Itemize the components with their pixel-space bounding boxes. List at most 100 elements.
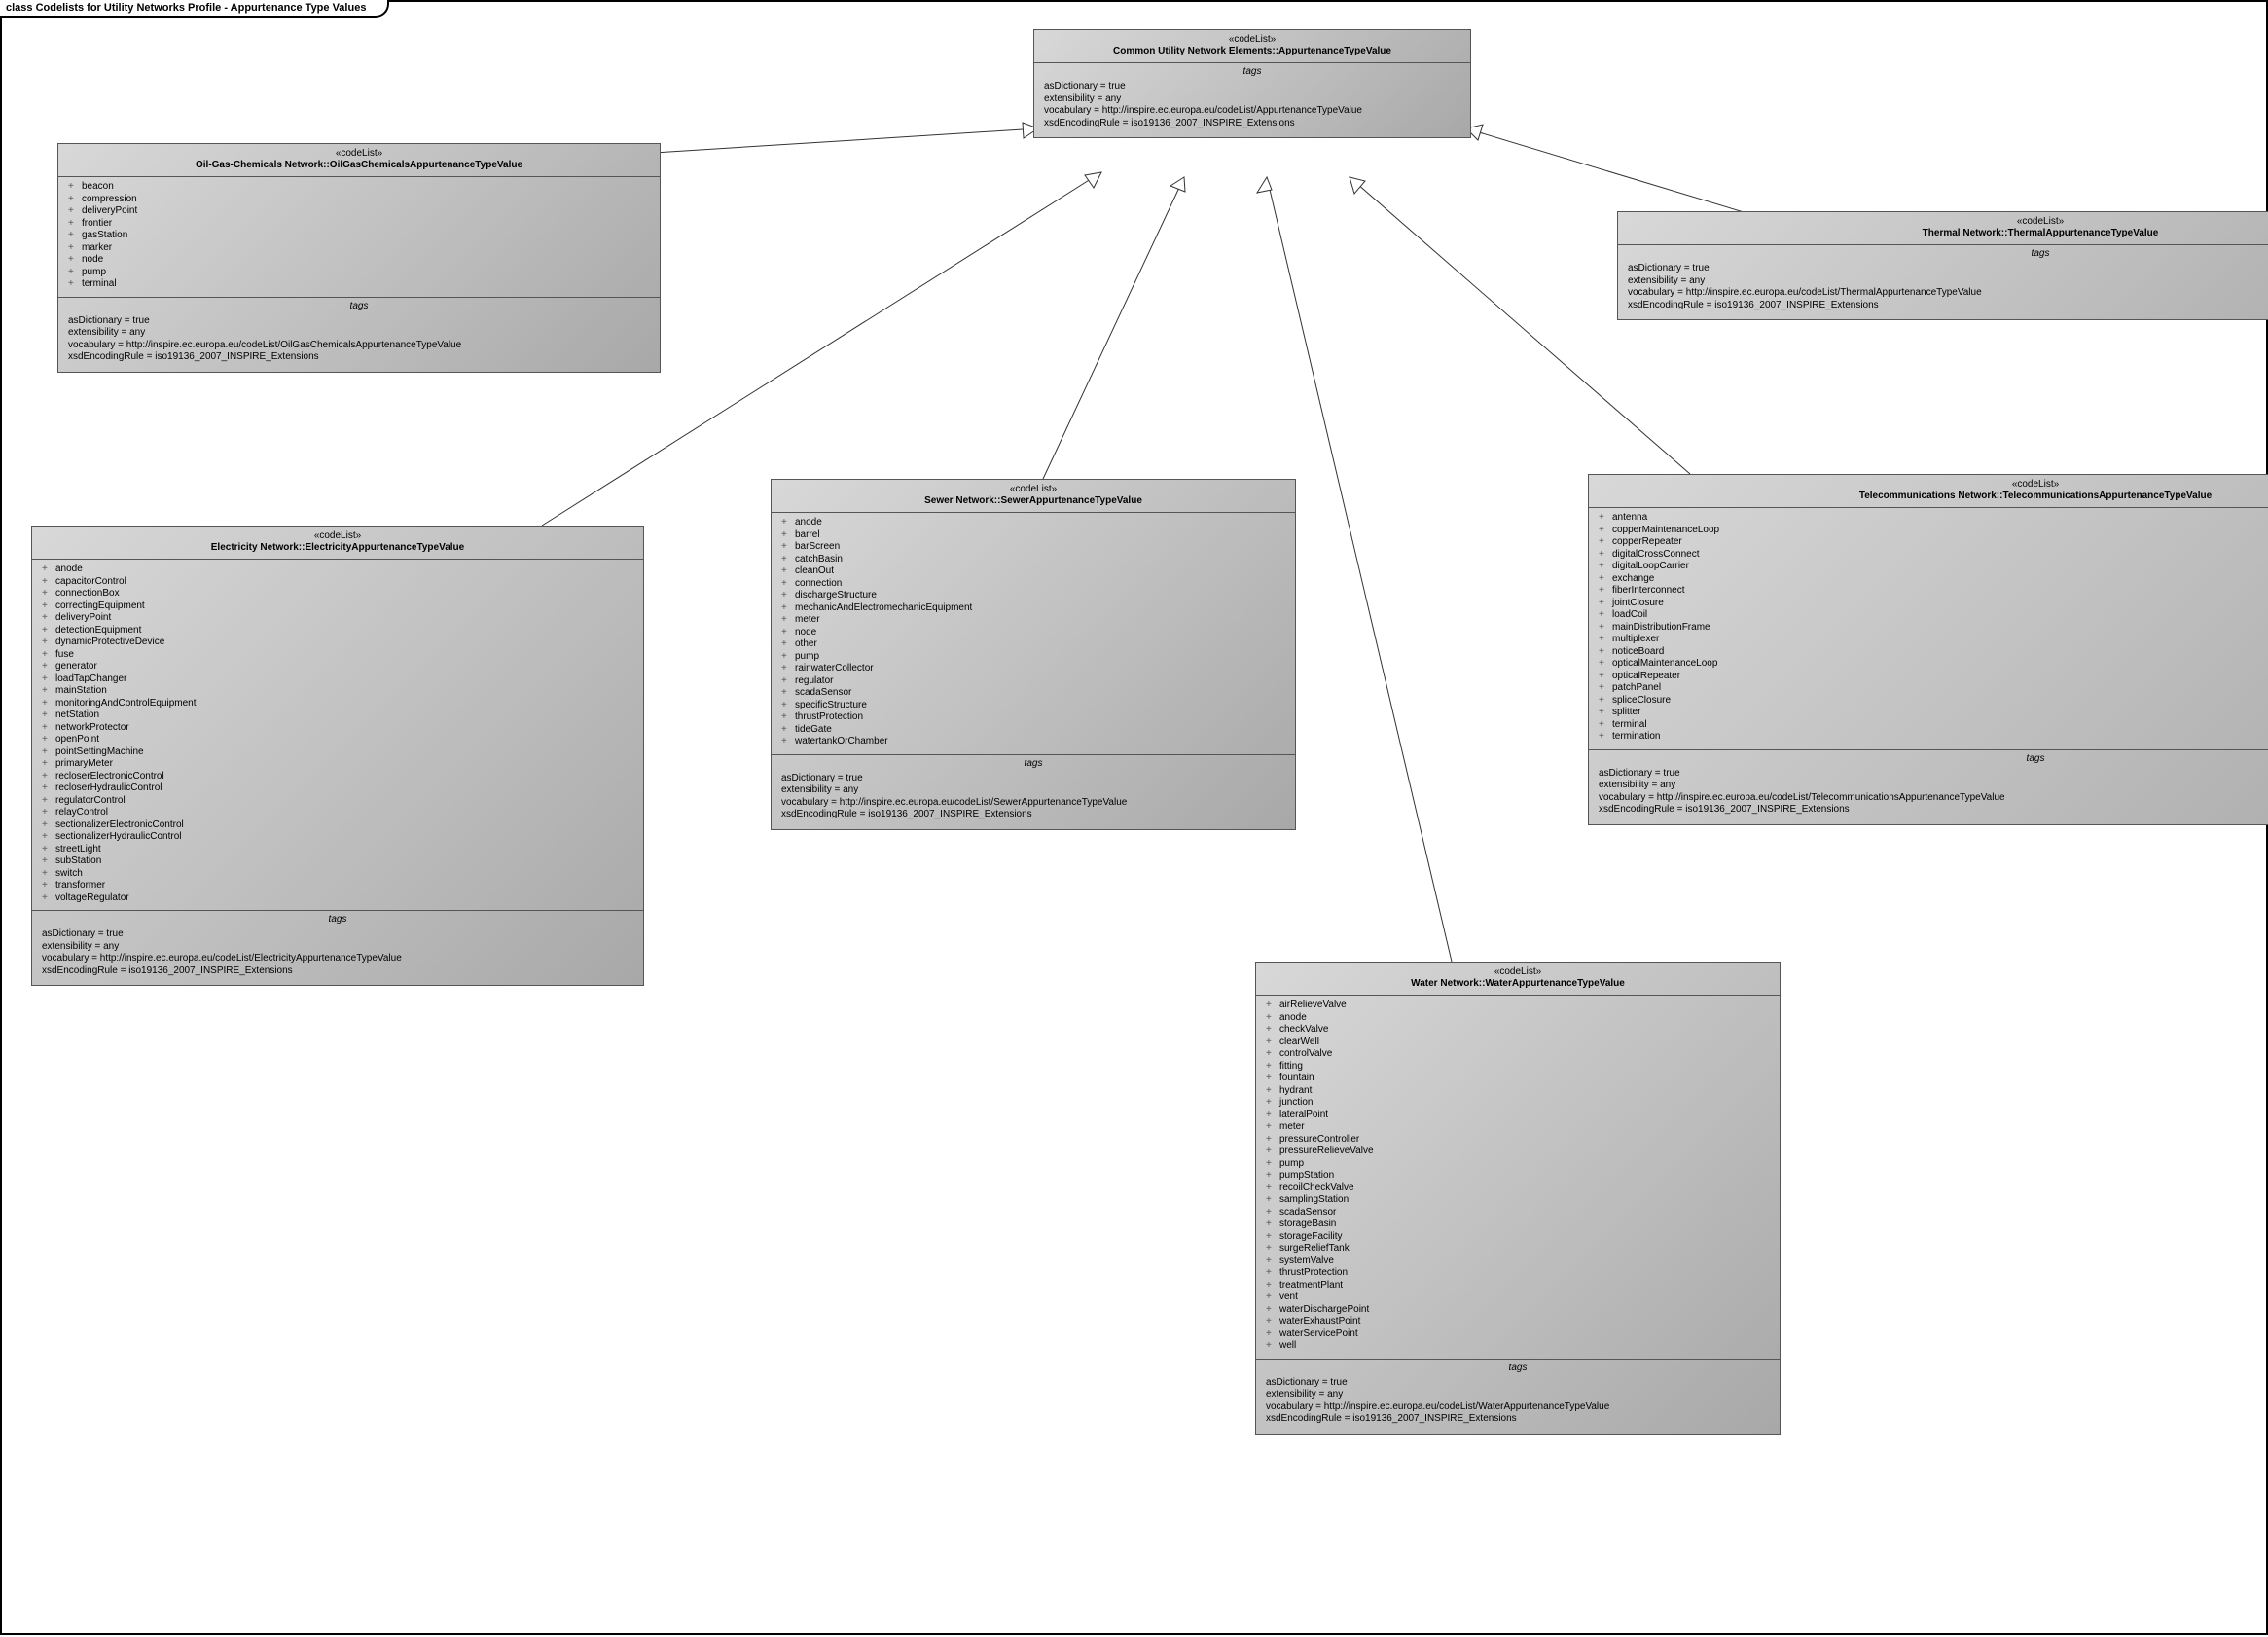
tags-body: asDictionary = true extensibility = any … xyxy=(772,769,1295,829)
enum-value: switch xyxy=(42,868,633,881)
tag-line: extensibility = any xyxy=(1044,93,1460,106)
tags-label: tags xyxy=(1256,1359,1780,1373)
enum-value: meter xyxy=(1266,1121,1770,1134)
enum-value: samplingStation xyxy=(1266,1194,1770,1207)
enum-value: cleanOut xyxy=(781,565,1285,578)
enum-value: digitalCrossConnect xyxy=(1599,549,2268,562)
tags-body: asDictionary = true extensibility = any … xyxy=(1618,259,2268,319)
tag-line: xsdEncodingRule = iso19136_2007_INSPIRE_… xyxy=(1599,804,2268,817)
enum-value: rainwaterCollector xyxy=(781,663,1285,675)
enum-value: fiberInterconnect xyxy=(1599,585,2268,598)
node-title: Electricity Network::ElectricityAppurten… xyxy=(38,542,637,554)
enum-value: treatmentPlant xyxy=(1266,1280,1770,1292)
enum-value: deliveryPoint xyxy=(68,205,650,218)
stereotype: «codeList» xyxy=(38,530,637,542)
enum-value: connection xyxy=(781,578,1285,591)
diagram-title: class Codelists for Utility Networks Pro… xyxy=(6,2,366,14)
tag-line: xsdEncodingRule = iso19136_2007_INSPIRE_… xyxy=(1044,118,1460,130)
enum-value: netStation xyxy=(42,709,633,722)
node-title: Oil-Gas-Chemicals Network::OilGasChemica… xyxy=(64,160,654,171)
enum-value: loadCoil xyxy=(1599,609,2268,622)
enum-value: sectionalizerElectronicControl xyxy=(42,819,633,832)
enum-value: frontier xyxy=(68,218,650,231)
node-sewer: «codeList» Sewer Network::SewerAppurtena… xyxy=(771,479,1296,830)
tag-line: vocabulary = http://inspire.ec.europa.eu… xyxy=(1628,287,2268,300)
tags-label: tags xyxy=(32,910,643,925)
enum-value: copperMaintenanceLoop xyxy=(1599,525,2268,537)
enum-value: systemValve xyxy=(1266,1255,1770,1268)
enum-value: node xyxy=(781,627,1285,639)
enum-value: transformer xyxy=(42,880,633,892)
enum-value: exchange xyxy=(1599,573,2268,586)
enum-value: pressureController xyxy=(1266,1134,1770,1146)
node-oil-gas-chemicals: «codeList» Oil-Gas-Chemicals Network::Oi… xyxy=(57,143,661,373)
enum-value: hydrant xyxy=(1266,1085,1770,1098)
tag-line: extensibility = any xyxy=(68,327,650,340)
tag-line: vocabulary = http://inspire.ec.europa.eu… xyxy=(68,340,650,352)
enum-value: node xyxy=(68,254,650,267)
enum-value: barScreen xyxy=(781,541,1285,554)
tag-line: asDictionary = true xyxy=(1044,81,1460,93)
attribute-list: airRelieveValveanodecheckValveclearWellc… xyxy=(1256,996,1780,1359)
enum-value: anode xyxy=(42,564,633,576)
tag-line: asDictionary = true xyxy=(1599,768,2268,781)
enum-value: termination xyxy=(1599,731,2268,744)
tag-line: xsdEncodingRule = iso19136_2007_INSPIRE_… xyxy=(42,965,633,978)
enum-value: waterDischargePoint xyxy=(1266,1304,1770,1317)
enum-value: watertankOrChamber xyxy=(781,736,1285,748)
tags-body: asDictionary = true extensibility = any … xyxy=(58,311,660,372)
node-title: Sewer Network::SewerAppurtenanceTypeValu… xyxy=(777,495,1289,507)
enum-value: pointSettingMachine xyxy=(42,746,633,759)
stereotype: «codeList» xyxy=(1595,479,2268,491)
diagram-canvas: class Codelists for Utility Networks Pro… xyxy=(0,0,2268,1635)
enum-value: anode xyxy=(1266,1012,1770,1025)
enum-value: mainDistributionFrame xyxy=(1599,622,2268,635)
enum-value: networkProtector xyxy=(42,722,633,735)
tag-line: extensibility = any xyxy=(42,941,633,954)
stereotype: «codeList» xyxy=(64,148,654,160)
enum-value: copperRepeater xyxy=(1599,536,2268,549)
tags-body: asDictionary = true extensibility = any … xyxy=(1256,1373,1780,1434)
tag-line: asDictionary = true xyxy=(68,315,650,328)
enum-value: multiplexer xyxy=(1599,634,2268,646)
enum-value: streetLight xyxy=(42,844,633,856)
enum-value: airRelieveValve xyxy=(1266,1000,1770,1012)
enum-value: loadTapChanger xyxy=(42,673,633,686)
enum-value: waterExhaustPoint xyxy=(1266,1316,1770,1328)
enum-value: recloserHydraulicControl xyxy=(42,782,633,795)
enum-value: tideGate xyxy=(781,724,1285,737)
enum-value: regulator xyxy=(781,675,1285,688)
enum-value: recoilCheckValve xyxy=(1266,1182,1770,1195)
enum-value: antenna xyxy=(1599,512,2268,525)
tag-line: xsdEncodingRule = iso19136_2007_INSPIRE_… xyxy=(1266,1413,1770,1426)
enum-value: correctingEquipment xyxy=(42,600,633,613)
tags-body: asDictionary = true extensibility = any … xyxy=(1589,764,2268,824)
node-water: «codeList» Water Network::WaterAppurtena… xyxy=(1255,962,1781,1435)
tag-line: vocabulary = http://inspire.ec.europa.eu… xyxy=(781,797,1285,810)
enum-value: fitting xyxy=(1266,1061,1770,1073)
enum-value: capacitorControl xyxy=(42,576,633,589)
enum-value: recloserElectronicControl xyxy=(42,771,633,783)
node-electricity: «codeList» Electricity Network::Electric… xyxy=(31,526,644,986)
enum-value: mainStation xyxy=(42,685,633,698)
tag-line: vocabulary = http://inspire.ec.europa.eu… xyxy=(1266,1401,1770,1414)
enum-value: relayControl xyxy=(42,807,633,819)
enum-value: connectionBox xyxy=(42,588,633,600)
enum-value: scadaSensor xyxy=(781,687,1285,700)
tag-line: extensibility = any xyxy=(1628,275,2268,288)
tag-line: xsdEncodingRule = iso19136_2007_INSPIRE_… xyxy=(781,809,1285,821)
enum-value: terminal xyxy=(68,278,650,291)
enum-value: well xyxy=(1266,1340,1770,1353)
enum-value: monitoringAndControlEquipment xyxy=(42,698,633,710)
enum-value: splitter xyxy=(1599,707,2268,719)
enum-value: gasStation xyxy=(68,230,650,242)
tags-label: tags xyxy=(1589,749,2268,764)
enum-value: regulatorControl xyxy=(42,795,633,808)
enum-value: junction xyxy=(1266,1097,1770,1110)
tag-line: xsdEncodingRule = iso19136_2007_INSPIRE_… xyxy=(68,351,650,364)
stereotype: «codeList» xyxy=(1624,216,2268,228)
enum-value: openPoint xyxy=(42,734,633,746)
enum-value: compression xyxy=(68,194,650,206)
tags-label: tags xyxy=(1618,244,2268,259)
enum-value: mechanicAndElectromechanicEquipment xyxy=(781,602,1285,615)
